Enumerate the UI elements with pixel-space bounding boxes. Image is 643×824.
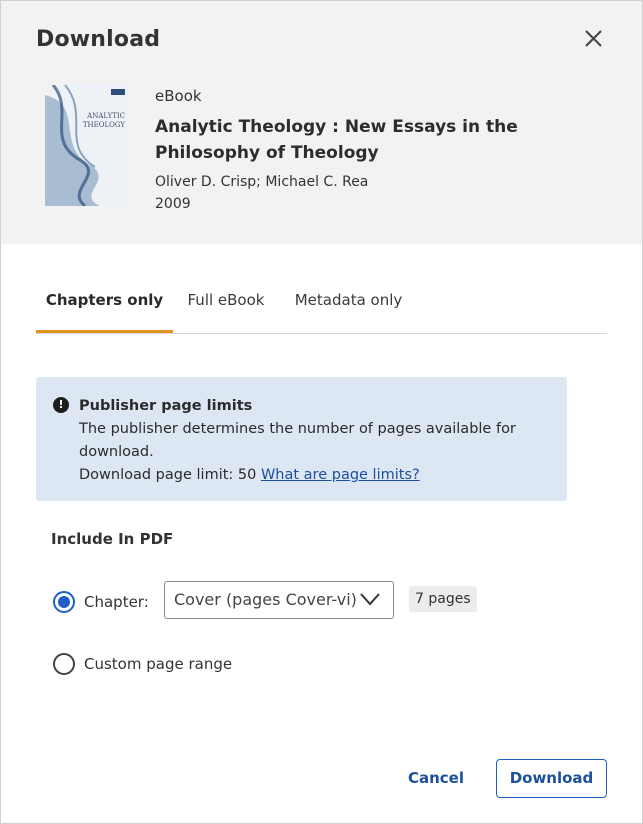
page-limit-notice: ! Publisher page limits The publisher de… xyxy=(36,377,567,501)
custom-range-radio[interactable] xyxy=(53,653,75,675)
cancel-button[interactable]: Cancel xyxy=(399,764,473,792)
download-tabs: Chapters only Full eBook Metadata only xyxy=(36,284,607,334)
download-button[interactable]: Download xyxy=(496,759,607,798)
page-limit-text: Download page limit: 50 xyxy=(79,467,257,483)
book-authors: Oliver D. Crisp; Michael C. Rea xyxy=(155,174,369,190)
notice-text: The publisher determines the number of p… xyxy=(79,421,516,460)
chapter-select[interactable]: Cover (pages Cover-vi) xyxy=(164,581,394,619)
download-dialog: Download ANALYTIC THEOLOGY eBook Analyti… xyxy=(0,0,643,824)
tab-metadata-only[interactable]: Metadata only xyxy=(291,284,406,333)
book-format: eBook xyxy=(155,87,202,105)
chapter-select-value: Cover (pages Cover-vi) xyxy=(174,590,357,609)
cover-title-line1: ANALYTIC xyxy=(86,112,125,120)
include-in-pdf-label: Include In PDF xyxy=(51,530,174,548)
alert-circle-icon: ! xyxy=(53,397,69,413)
cover-title-line2: THEOLOGY xyxy=(83,121,125,129)
dialog-title: Download xyxy=(36,27,161,52)
chapter-radio-label: Chapter: xyxy=(84,593,149,611)
book-cover-image: ANALYTIC THEOLOGY xyxy=(45,85,128,206)
tab-chapters-only[interactable]: Chapters only xyxy=(36,284,173,333)
close-icon xyxy=(585,30,602,47)
pages-badge: 7 pages xyxy=(409,586,477,612)
book-title: Analytic Theology : New Essays in the Ph… xyxy=(155,117,518,163)
custom-range-radio-label: Custom page range xyxy=(84,655,233,673)
tab-full-ebook[interactable]: Full eBook xyxy=(186,284,266,333)
chapter-radio[interactable] xyxy=(53,591,75,613)
close-button[interactable] xyxy=(579,25,609,55)
page-limits-link[interactable]: What are page limits? xyxy=(261,467,420,483)
chevron-down-icon xyxy=(360,593,380,606)
notice-heading: Publisher page limits xyxy=(79,398,253,414)
book-meta: eBook Analytic Theology : New Essays in … xyxy=(155,87,595,212)
dialog-header: Download ANALYTIC THEOLOGY eBook Analyti… xyxy=(1,1,642,244)
book-year: 2009 xyxy=(155,196,191,212)
